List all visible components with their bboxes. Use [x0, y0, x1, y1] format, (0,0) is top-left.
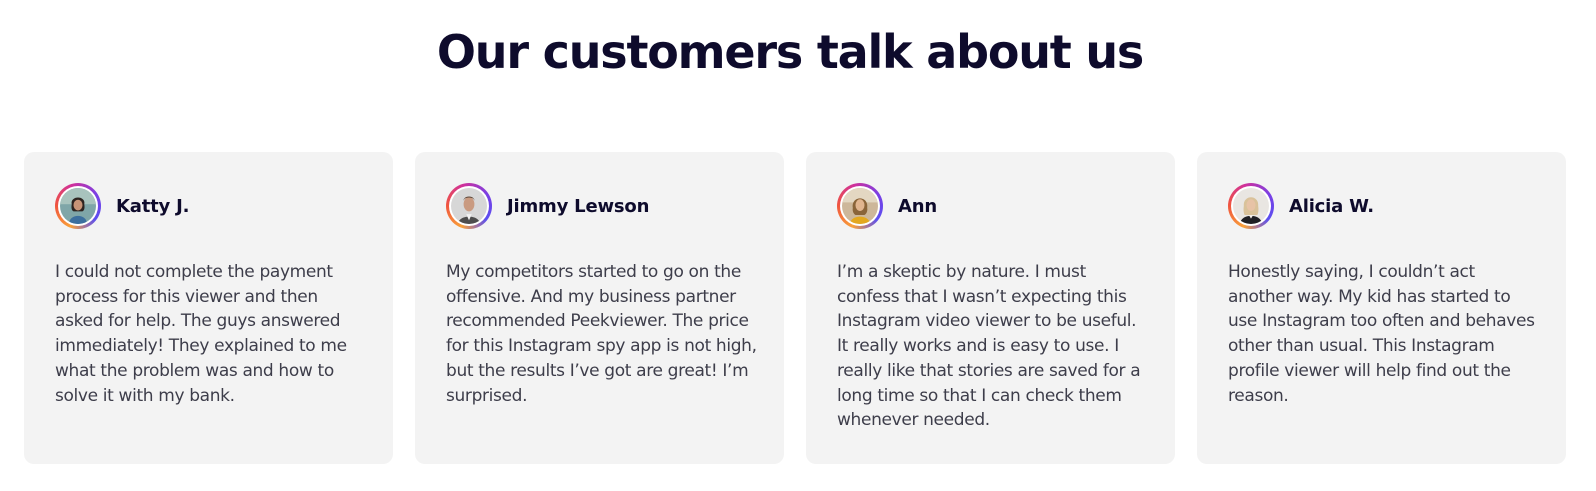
user-photo-icon — [60, 188, 96, 224]
testimonial-header: Alicia W. — [1228, 183, 1542, 229]
testimonials-carousel[interactable]: Katty J. I could not complete the paymen… — [24, 152, 1596, 464]
reviewer-name: Jimmy Lewson — [507, 195, 650, 217]
user-photo-icon — [1233, 188, 1269, 224]
testimonial-text: I’m a skeptic by nature. I must confess … — [837, 262, 1141, 431]
testimonial-card: Ann I’m a skeptic by nature. I must conf… — [806, 152, 1175, 464]
reviewer-name: Alicia W. — [1289, 195, 1374, 217]
section-title: Our customers talk about us — [436, 25, 1144, 79]
avatar — [446, 183, 492, 229]
testimonial-text: I could not complete the payment process… — [55, 262, 347, 406]
user-photo-icon — [451, 188, 487, 224]
reviewer-name: Katty J. — [116, 195, 190, 217]
testimonial-card: Jimmy Lewson My competitors started to g… — [415, 152, 784, 464]
testimonial-card: Katty J. I could not complete the paymen… — [24, 152, 393, 464]
reviewer-name: Ann — [898, 195, 937, 217]
testimonial-text: My competitors started to go on the offe… — [446, 262, 757, 406]
testimonial-header: Katty J. — [55, 183, 369, 229]
user-photo-icon — [842, 188, 878, 224]
testimonial-header: Ann — [837, 183, 1151, 229]
avatar — [837, 183, 883, 229]
avatar — [55, 183, 101, 229]
testimonial-text: Honestly saying, I couldn’t act another … — [1228, 262, 1535, 406]
avatar — [1228, 183, 1274, 229]
testimonial-header: Jimmy Lewson — [446, 183, 760, 229]
testimonial-card: Alicia W. Honestly saying, I couldn’t ac… — [1197, 152, 1566, 464]
